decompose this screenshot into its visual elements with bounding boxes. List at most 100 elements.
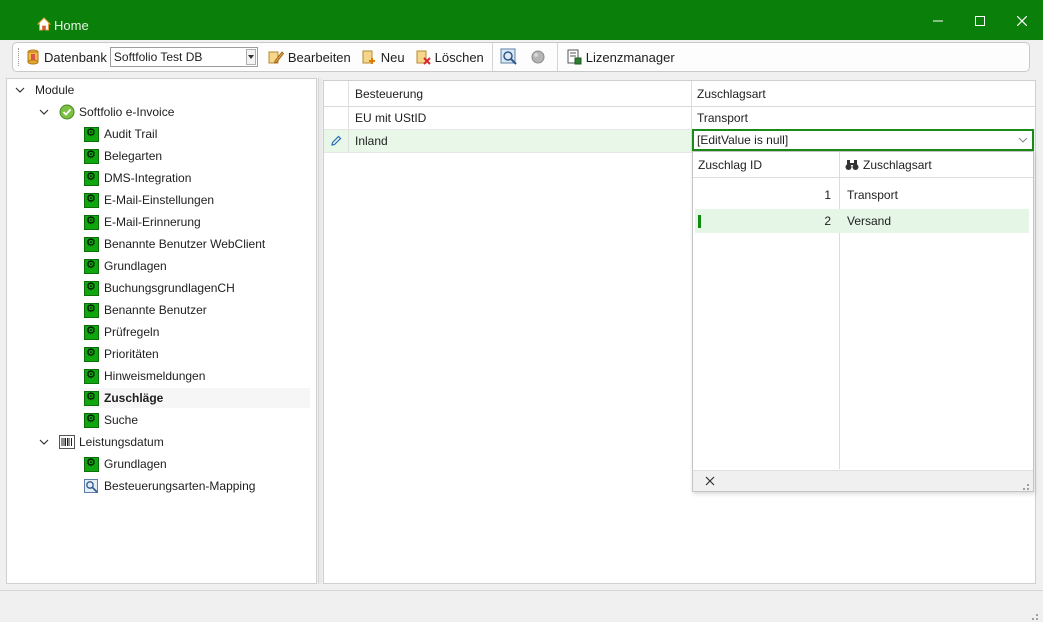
column-header-label: Zuschlagsart <box>697 86 766 101</box>
popup-column-label: Zuschlagsart <box>863 158 932 172</box>
globe-icon <box>531 50 545 64</box>
tree-item-buchungsgrundlagen-ch[interactable]: BuchungsgrundlagenCH <box>84 278 235 298</box>
popup-column-label: Zuschlag ID <box>698 158 763 172</box>
gear-icon <box>84 258 99 274</box>
popup-column-header-id[interactable]: Zuschlag ID <box>693 152 839 178</box>
tree-item-dms-integration[interactable]: DMS-Integration <box>84 168 191 188</box>
tree-item-label: DMS-Integration <box>104 171 192 185</box>
new-button[interactable]: Neu <box>356 43 410 71</box>
tree-item-leistungsdatum-grundlagen[interactable]: Grundlagen <box>84 454 167 474</box>
edit-icon <box>268 51 284 64</box>
tree-item-pruefregeln[interactable]: Prüfregeln <box>84 322 159 342</box>
tree-group-label: Softfolio e-Invoice <box>79 105 175 119</box>
chevron-down-icon[interactable] <box>13 83 27 97</box>
cell-besteuerung[interactable]: EU mit UStID <box>349 107 691 129</box>
window-title: Home <box>54 18 89 33</box>
tree-item-email-erinnerung[interactable]: E-Mail-Erinnerung <box>84 212 201 232</box>
zuschlagsart-lookup-editor[interactable]: [EditValue is null] <box>692 129 1034 151</box>
gear-icon <box>84 302 99 318</box>
maximize-button[interactable] <box>960 6 1000 36</box>
gear-icon <box>84 214 99 230</box>
panel-splitter[interactable] <box>318 78 322 584</box>
column-header-besteuerung[interactable]: Besteuerung <box>349 81 691 106</box>
tree-group-e-invoice[interactable]: Softfolio e-Invoice <box>37 102 174 122</box>
info-button[interactable] <box>526 43 554 71</box>
tree-item-label: Grundlagen <box>104 259 167 273</box>
tree-group-label: Leistungsdatum <box>79 435 164 449</box>
toolbar-area: Datenbank Softfolio Test DB Bearbeiten N… <box>0 40 1043 75</box>
e-invoice-icon <box>59 104 75 120</box>
tree-item-label: Suche <box>104 413 139 427</box>
tree-item-audit-trail[interactable]: Audit Trail <box>84 124 157 144</box>
gear-icon <box>84 192 99 208</box>
tree-item-besteuerungsarten-mapping[interactable]: Besteuerungsarten-Mapping <box>84 476 255 496</box>
close-button[interactable] <box>1002 6 1042 36</box>
grid-row[interactable]: EU mit UStID Transport <box>324 107 1035 130</box>
chevron-down-icon[interactable] <box>37 105 51 119</box>
grid-header-indicator <box>324 81 349 106</box>
gear-icon <box>84 236 99 252</box>
tree-item-label: Audit Trail <box>104 127 158 141</box>
column-header-zuschlagsart[interactable]: Zuschlagsart <box>691 81 1035 106</box>
tree-item-belegarten[interactable]: Belegarten <box>84 146 162 166</box>
chevron-down-icon[interactable] <box>245 49 256 65</box>
chevron-down-icon[interactable] <box>37 435 51 449</box>
barcode-icon <box>59 435 75 449</box>
close-icon <box>1017 16 1027 26</box>
search-config-button[interactable] <box>496 43 526 71</box>
tree-item-email-einstellungen[interactable]: E-Mail-Einstellungen <box>84 190 214 210</box>
popup-header: Zuschlag ID Zuschlagsart <box>693 152 1033 178</box>
popup-column-header-zuschlagsart[interactable]: Zuschlagsart <box>840 152 1033 178</box>
tree-item-label: BuchungsgrundlagenCH <box>104 281 235 295</box>
delete-icon <box>416 50 431 65</box>
tree-item-hinweismeldungen[interactable]: Hinweismeldungen <box>84 366 205 386</box>
chevron-down-icon[interactable] <box>1014 137 1032 143</box>
tree-item-label: Benannte Benutzer <box>104 303 207 317</box>
delete-button[interactable]: Löschen <box>410 43 489 71</box>
title-bar: Home <box>0 0 1043 40</box>
database-icon <box>27 49 39 65</box>
row-indicator <box>324 107 349 129</box>
tree-item-benannte-benutzer[interactable]: Benannte Benutzer <box>84 300 207 320</box>
mapping-icon <box>84 478 98 493</box>
tree-item-label: Hinweismeldungen <box>104 369 206 383</box>
search-settings-icon <box>500 48 517 65</box>
tree-group-leistungsdatum[interactable]: Leistungsdatum <box>37 432 164 452</box>
tree-item-label: Prioritäten <box>104 347 159 361</box>
tree-item-label: E-Mail-Erinnerung <box>104 215 201 229</box>
tree-root-module[interactable]: Module <box>13 80 74 100</box>
cell-besteuerung[interactable]: Inland <box>349 130 691 152</box>
close-icon[interactable] <box>703 474 717 488</box>
gear-icon <box>84 126 99 142</box>
tree-item-label: Besteuerungsarten-Mapping <box>104 479 256 493</box>
popup-footer <box>693 470 1033 491</box>
tree-item-zuschlaege[interactable]: Zuschläge <box>84 388 310 408</box>
tree-item-label: Benannte Benutzer WebClient <box>104 237 266 251</box>
popup-cell-name: Transport <box>847 188 898 202</box>
gear-icon <box>84 456 99 472</box>
popup-row-selected[interactable]: 2 Versand <box>695 209 1029 233</box>
tree-item-label: Zuschläge <box>104 391 164 405</box>
gear-icon <box>84 390 99 406</box>
tree-item-benannte-benutzer-webclient[interactable]: Benannte Benutzer WebClient <box>84 234 265 254</box>
new-icon <box>362 50 375 64</box>
pencil-icon <box>331 135 342 146</box>
grid-header: Besteuerung Zuschlagsart <box>324 81 1035 107</box>
resize-grip-icon[interactable] <box>1031 610 1039 620</box>
database-select[interactable]: Softfolio Test DB <box>109 47 258 67</box>
tree-item-suche[interactable]: Suche <box>84 410 138 430</box>
tree-item-grundlagen[interactable]: Grundlagen <box>84 256 167 276</box>
delete-button-label: Löschen <box>434 49 484 65</box>
minimize-button[interactable] <box>918 6 958 36</box>
popup-row[interactable]: 1 Transport <box>695 183 1029 207</box>
binoculars-icon <box>845 160 859 170</box>
cell-zuschlagsart[interactable]: Transport <box>691 107 1035 129</box>
row-indicator <box>324 130 349 152</box>
license-manager-button[interactable]: Lizenzmanager <box>561 43 680 71</box>
edit-button[interactable]: Bearbeiten <box>263 43 356 71</box>
tree-item-prioritaeten[interactable]: Prioritäten <box>84 344 159 364</box>
gear-icon <box>84 148 99 164</box>
cell-text: Inland <box>355 134 388 148</box>
tree-item-label: Belegarten <box>104 149 163 163</box>
resize-grip-icon[interactable] <box>1022 480 1030 490</box>
